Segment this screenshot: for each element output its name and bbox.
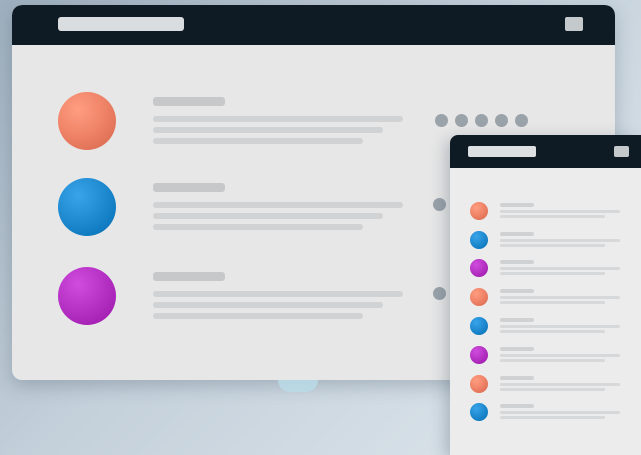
menu-icon[interactable]	[614, 146, 629, 157]
avatar	[470, 375, 488, 393]
status-dot	[433, 287, 446, 300]
list-item[interactable]	[450, 288, 641, 308]
item-text-placeholder	[500, 359, 605, 362]
item-text-placeholder	[153, 291, 403, 297]
list-item[interactable]	[450, 403, 641, 423]
item-text-placeholder	[500, 239, 620, 242]
avatar	[470, 259, 488, 277]
avatar	[58, 92, 116, 150]
item-text-placeholder	[500, 411, 620, 414]
item-text-placeholder	[153, 116, 403, 122]
item-title-placeholder	[500, 318, 534, 322]
item-text-placeholder	[500, 210, 620, 213]
item-text-placeholder	[500, 301, 605, 304]
item-text-placeholder	[153, 138, 363, 144]
list-item[interactable]	[450, 317, 641, 337]
item-text-placeholder	[153, 313, 363, 319]
list-item[interactable]	[450, 259, 641, 279]
mobile-window	[450, 135, 641, 455]
item-text-placeholder	[500, 272, 605, 275]
item-text-placeholder	[500, 388, 605, 391]
item-text-placeholder	[153, 213, 383, 219]
item-title-placeholder	[500, 232, 534, 236]
avatar	[470, 202, 488, 220]
pagination-dot[interactable]	[495, 114, 508, 127]
avatar	[470, 231, 488, 249]
avatar	[470, 346, 488, 364]
item-title-placeholder	[500, 347, 534, 351]
list-item[interactable]	[450, 231, 641, 251]
pagination-dot[interactable]	[455, 114, 468, 127]
avatar	[470, 403, 488, 421]
item-text-placeholder	[500, 416, 605, 419]
item-text-placeholder	[500, 296, 620, 299]
item-title-placeholder	[500, 376, 534, 380]
mobile-titlebar	[450, 135, 641, 168]
item-text-placeholder	[153, 224, 363, 230]
list-item[interactable]	[450, 346, 641, 366]
pagination-dot[interactable]	[475, 114, 488, 127]
item-title-placeholder	[500, 404, 534, 408]
item-title-placeholder	[153, 97, 225, 106]
item-text-placeholder	[500, 330, 605, 333]
status-dot	[433, 198, 446, 211]
item-text-placeholder	[500, 267, 620, 270]
mobile-title-placeholder	[468, 146, 536, 157]
avatar	[470, 317, 488, 335]
avatar	[58, 267, 116, 325]
item-title-placeholder	[500, 260, 534, 264]
window-stand	[278, 380, 318, 392]
item-title-placeholder	[153, 183, 225, 192]
item-text-placeholder	[500, 244, 605, 247]
list-item[interactable]	[450, 375, 641, 395]
pagination-dot[interactable]	[515, 114, 528, 127]
item-title-placeholder	[500, 289, 534, 293]
item-text-placeholder	[153, 127, 383, 133]
item-text-placeholder	[500, 325, 620, 328]
avatar	[58, 178, 116, 236]
avatar	[470, 288, 488, 306]
item-text-placeholder	[500, 215, 605, 218]
item-text-placeholder	[153, 202, 403, 208]
list-item[interactable]	[450, 202, 641, 222]
item-text-placeholder	[500, 383, 620, 386]
item-title-placeholder	[500, 203, 534, 207]
desktop-title-placeholder	[58, 17, 184, 31]
item-title-placeholder	[153, 272, 225, 281]
item-text-placeholder	[153, 302, 383, 308]
desktop-titlebar	[12, 5, 615, 45]
menu-icon[interactable]	[565, 17, 583, 31]
item-text-placeholder	[500, 354, 620, 357]
pagination-dot[interactable]	[435, 114, 448, 127]
